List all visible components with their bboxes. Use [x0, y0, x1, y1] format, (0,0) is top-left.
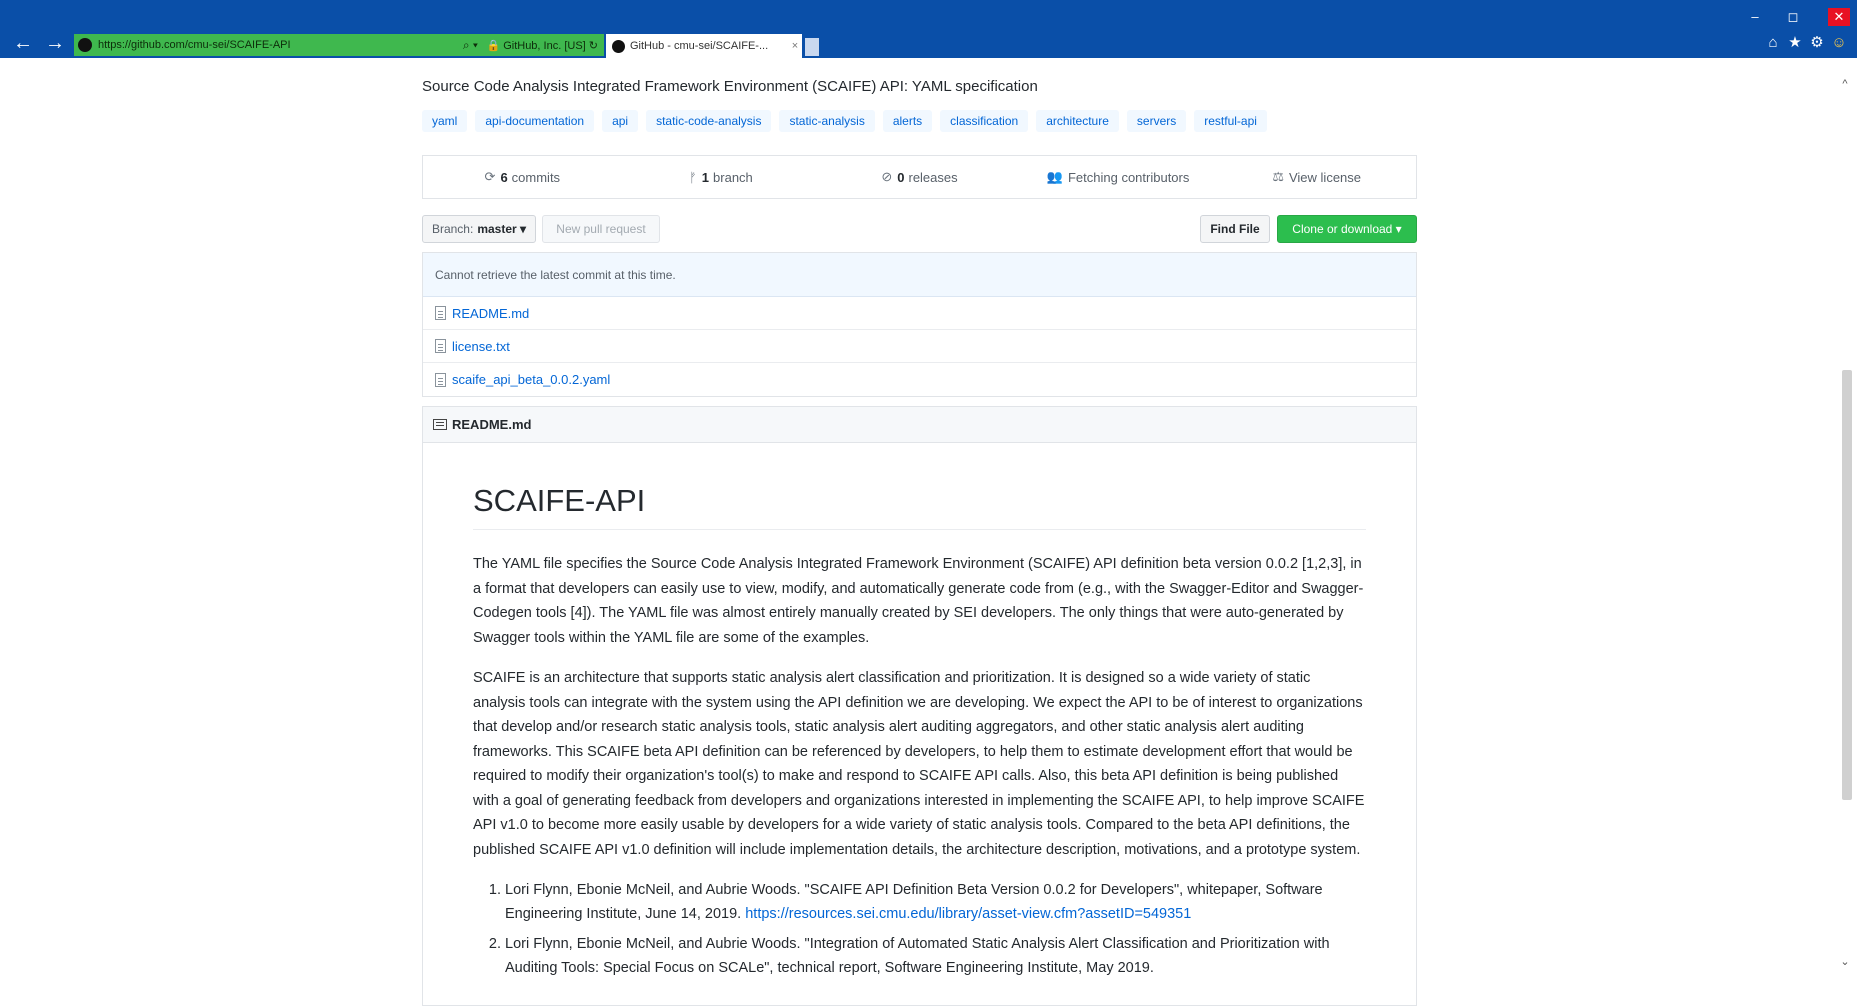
- file-link[interactable]: README.md: [452, 306, 529, 321]
- commits-label: commits: [511, 169, 561, 185]
- feedback-smiley-icon[interactable]: ☺: [1830, 34, 1848, 52]
- github-icon: [78, 38, 92, 52]
- reference-item: Lori Flynn, Ebonie McNeil, and Aubrie Wo…: [505, 932, 1366, 980]
- license-link[interactable]: ⚖ View license: [1217, 156, 1416, 198]
- topic-tag[interactable]: yaml: [422, 110, 468, 132]
- reference-list: Lori Flynn, Ebonie McNeil, and Aubrie Wo…: [473, 878, 1366, 980]
- book-icon: [433, 419, 447, 430]
- releases-label: releases: [908, 169, 958, 185]
- home-icon[interactable]: ⌂: [1764, 34, 1782, 52]
- branch-select-button[interactable]: Branch: master ▾: [422, 215, 536, 243]
- branch-label: branch: [713, 169, 753, 185]
- topic-tag[interactable]: servers: [1126, 110, 1187, 132]
- github-icon: [612, 39, 625, 53]
- repo-summary-bar: ⟳ 6 commits ᚠ 1 branch ⊘ 0 releases 👥 Fe…: [422, 155, 1417, 199]
- topic-tag[interactable]: api: [602, 110, 639, 132]
- new-pull-request-button[interactable]: New pull request: [542, 215, 660, 243]
- topic-list: yaml api-documentation api static-code-a…: [422, 110, 1267, 132]
- readme-paragraph: SCAIFE is an architecture that supports …: [473, 670, 1365, 858]
- search-dropdown-icon[interactable]: ⌕ ▾: [460, 38, 480, 53]
- history-icon: ⟳: [484, 169, 496, 184]
- scrollbar-thumb[interactable]: [1842, 370, 1852, 800]
- file-link[interactable]: scaife_api_beta_0.0.2.yaml: [452, 372, 610, 387]
- file-row[interactable]: scaife_api_beta_0.0.2.yaml: [423, 363, 1416, 396]
- tab-github-scaife[interactable]: GitHub - cmu-sei/SCAIFE-... ×: [606, 34, 802, 58]
- readme-title: SCAIFE-API: [473, 483, 1366, 530]
- find-file-button[interactable]: Find File: [1200, 215, 1270, 243]
- readme-paragraph: The YAML file specifies the Source Code …: [473, 556, 1364, 646]
- branch-icon: ᚠ: [688, 169, 697, 185]
- reference-text: Lori Flynn, Ebonie McNeil, and Aubrie Wo…: [505, 936, 1330, 976]
- maximize-button[interactable]: ◻: [1782, 8, 1804, 26]
- reference-item: Lori Flynn, Ebonie McNeil, and Aubrie Wo…: [505, 878, 1366, 926]
- reference-link[interactable]: https://resources.sei.cmu.edu/library/as…: [745, 906, 1191, 922]
- scroll-down-arrow[interactable]: ⌄: [1838, 955, 1852, 969]
- readme-box: README.md SCAIFE-API The YAML file speci…: [422, 406, 1417, 1006]
- contributors-link[interactable]: 👥 Fetching contributors: [1019, 156, 1218, 198]
- settings-gear-icon[interactable]: ⚙: [1808, 34, 1826, 52]
- law-icon: ⚖: [1272, 169, 1284, 184]
- certificate-badge[interactable]: 🔒 GitHub, Inc. [US] ↻: [480, 39, 604, 52]
- branch-link[interactable]: ᚠ 1 branch: [622, 156, 821, 198]
- scroll-up-arrow[interactable]: ^: [1838, 78, 1852, 92]
- releases-count: 0: [897, 169, 905, 185]
- branch-count: 1: [701, 169, 710, 185]
- topic-tag[interactable]: architecture: [1036, 110, 1119, 132]
- file-list: Cannot retrieve the latest commit at thi…: [422, 252, 1417, 397]
- address-bar[interactable]: https://github.com/cmu-sei/SCAIFE-API ⌕ …: [74, 34, 604, 56]
- tag-icon: ⊘: [881, 169, 893, 184]
- clone-download-button[interactable]: Clone or download ▾: [1277, 215, 1417, 243]
- releases-link[interactable]: ⊘ 0 releases: [820, 156, 1019, 198]
- file-icon: [435, 306, 446, 320]
- readme-article: SCAIFE-API The YAML file specifies the S…: [423, 443, 1416, 980]
- file-row[interactable]: README.md: [423, 297, 1416, 330]
- forward-button[interactable]: →: [44, 32, 66, 54]
- readme-header-label: README.md: [452, 417, 532, 432]
- commits-link[interactable]: ⟳ 6 commits: [423, 156, 622, 198]
- contributors-label: Fetching contributors: [1067, 169, 1190, 185]
- tab-close-icon[interactable]: ×: [788, 40, 802, 52]
- file-icon: [435, 372, 446, 387]
- back-button[interactable]: ←: [12, 32, 34, 54]
- readme-header: README.md: [423, 407, 1416, 443]
- file-icon: [435, 339, 446, 353]
- commit-message: Cannot retrieve the latest commit at thi…: [423, 253, 1416, 297]
- minimize-button[interactable]: –: [1744, 8, 1766, 26]
- topic-tag[interactable]: classification: [940, 110, 1029, 132]
- favorites-star-icon[interactable]: ★: [1786, 34, 1804, 52]
- file-row[interactable]: license.txt: [423, 330, 1416, 363]
- new-tab-button[interactable]: [805, 38, 819, 56]
- topic-tag[interactable]: alerts: [882, 110, 933, 132]
- commits-count: 6: [500, 169, 508, 185]
- branch-prefix: Branch:: [431, 222, 474, 236]
- people-icon: 👥: [1046, 169, 1063, 184]
- topic-tag[interactable]: static-code-analysis: [646, 110, 772, 132]
- address-url[interactable]: https://github.com/cmu-sei/SCAIFE-API: [98, 39, 460, 51]
- topic-tag[interactable]: static-analysis: [779, 110, 875, 132]
- close-window-button[interactable]: ✕: [1828, 8, 1850, 26]
- file-link[interactable]: license.txt: [452, 339, 510, 354]
- repo-description: Source Code Analysis Integrated Framewor…: [422, 78, 1038, 95]
- topic-tag[interactable]: restful-api: [1194, 110, 1267, 132]
- tab-title: GitHub - cmu-sei/SCAIFE-...: [630, 40, 769, 52]
- browser-chrome: ← → https://github.com/cmu-sei/SCAIFE-AP…: [0, 0, 1857, 58]
- branch-name: master ▾: [477, 222, 527, 236]
- topic-tag[interactable]: api-documentation: [475, 110, 595, 132]
- license-label: View license: [1288, 169, 1362, 185]
